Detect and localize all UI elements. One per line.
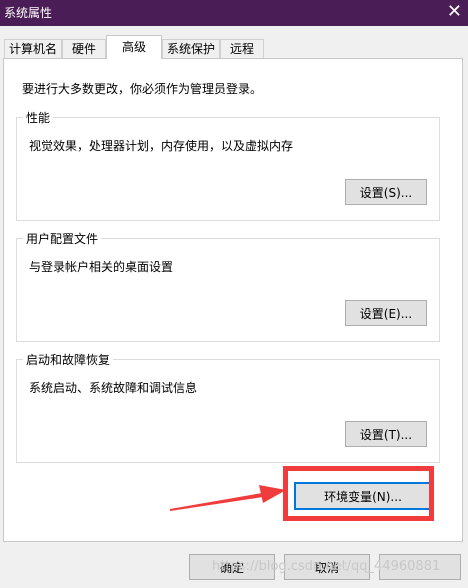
user-profiles-settings-button[interactable]: 设置(E)... <box>345 300 427 326</box>
tab-advanced[interactable]: 高级 <box>106 35 162 59</box>
performance-group: 性能 视觉效果，处理器计划，内存使用，以及虚拟内存 设置(S)... <box>16 109 440 221</box>
startup-recovery-description: 系统启动、系统故障和调试信息 <box>29 381 198 395</box>
user-profiles-group: 用户配置文件 与登录帐户相关的桌面设置 设置(E)... <box>16 230 440 342</box>
apply-button[interactable] <box>379 554 461 580</box>
tab-hardware[interactable]: 硬件 <box>62 39 106 58</box>
window-title: 系统属性 <box>4 6 53 20</box>
startup-recovery-settings-button[interactable]: 设置(T)... <box>345 421 427 447</box>
tab-system-protection[interactable]: 系统保护 <box>162 39 220 58</box>
tab-remote[interactable]: 远程 <box>220 39 264 58</box>
ok-button[interactable]: 确定 <box>189 554 275 580</box>
startup-recovery-group: 启动和故障恢复 系统启动、系统故障和调试信息 设置(T)... <box>16 351 440 463</box>
title-bar[interactable]: 系统属性 ✕ <box>0 0 468 26</box>
environment-variables-button[interactable]: 环境变量(N)... <box>294 482 432 510</box>
startup-recovery-group-label: 启动和故障恢复 <box>23 351 114 368</box>
close-icon[interactable]: ✕ <box>447 1 462 22</box>
user-profiles-group-label: 用户配置文件 <box>23 230 102 247</box>
performance-description: 视觉效果，处理器计划，内存使用，以及虚拟内存 <box>29 139 294 153</box>
tab-computer-name[interactable]: 计算机名 <box>4 39 62 58</box>
user-profiles-description: 与登录帐户相关的桌面设置 <box>29 260 174 274</box>
admin-note: 要进行大多数更改，你必须作为管理员登录。 <box>22 82 263 96</box>
performance-settings-button[interactable]: 设置(S)... <box>345 179 427 205</box>
cancel-button[interactable]: 取消 <box>284 554 370 580</box>
performance-group-label: 性能 <box>23 109 54 126</box>
